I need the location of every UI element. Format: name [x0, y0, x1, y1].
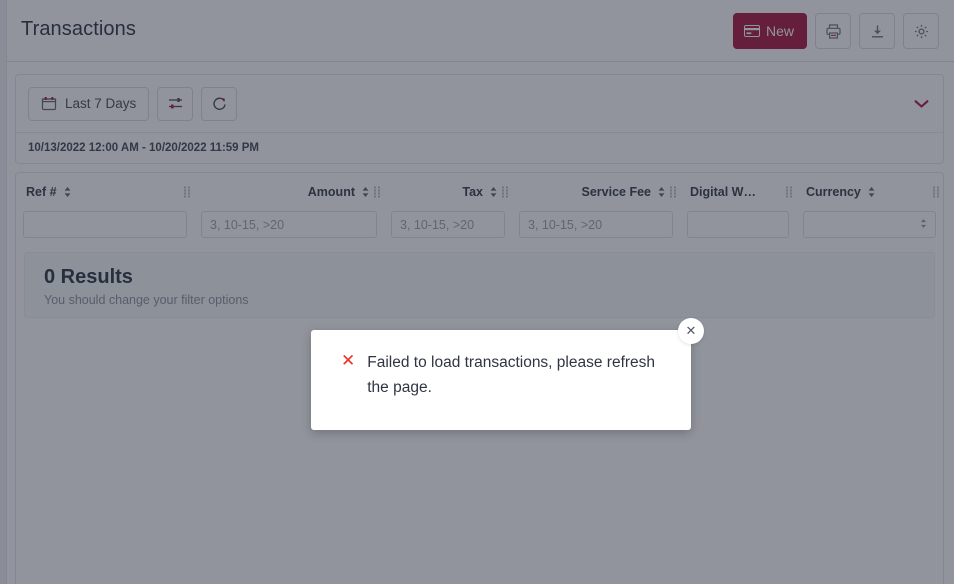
close-icon: ✕: [685, 323, 697, 338]
modal-overlay[interactable]: [0, 0, 954, 584]
dialog-close-button[interactable]: ✕: [678, 318, 704, 344]
dialog-message: Failed to load transactions, please refr…: [367, 354, 656, 396]
dialog-body: ✕ Failed to load transactions, please re…: [311, 330, 691, 400]
error-dialog: ✕ ✕ Failed to load transactions, please …: [311, 318, 704, 430]
error-x-icon: ✕: [341, 351, 356, 370]
